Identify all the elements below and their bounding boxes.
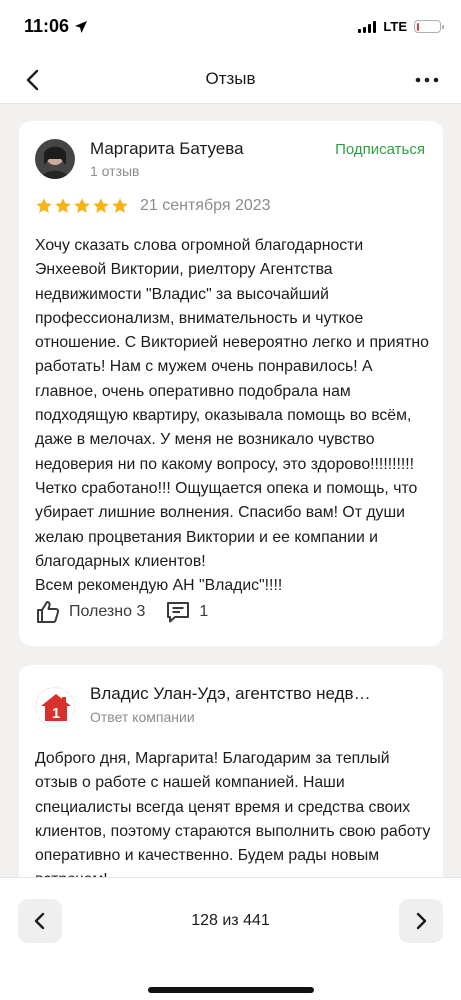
author-review-count: 1 отзыв bbox=[90, 163, 140, 179]
avatar[interactable] bbox=[35, 139, 75, 179]
more-button[interactable] bbox=[413, 66, 441, 94]
star-icon bbox=[74, 198, 90, 213]
chevron-right-icon bbox=[416, 912, 427, 930]
subscribe-button[interactable]: Подписаться bbox=[335, 141, 425, 158]
comments-count: 1 bbox=[199, 603, 209, 620]
more-horizontal-icon bbox=[415, 77, 439, 83]
review-actions: Полезно 3 1 bbox=[35, 599, 208, 625]
user-photo bbox=[35, 139, 75, 179]
reply-text: Доброго дня, Маргарита! Благодарим за те… bbox=[35, 750, 431, 877]
review-card: Маргарита Батуева 1 отзыв Подписаться 21… bbox=[19, 121, 443, 646]
nav-bar: Отзыв bbox=[0, 56, 461, 104]
comment-icon bbox=[167, 602, 190, 623]
status-bar: 11:06 LTE bbox=[0, 0, 461, 56]
star-icon bbox=[36, 198, 52, 213]
helpful-label: Полезно 3 bbox=[69, 603, 146, 620]
pager-counter: 128 из 441 bbox=[191, 912, 270, 929]
logo-text: 1 bbox=[52, 705, 60, 722]
content-area[interactable]: Маргарита Батуева 1 отзыв Подписаться 21… bbox=[0, 105, 461, 877]
pager-bar: 128 из 441 bbox=[0, 877, 461, 1000]
comments-button[interactable]: 1 bbox=[165, 599, 208, 625]
thumbs-up-icon bbox=[37, 601, 60, 623]
company-logo[interactable]: 1 bbox=[35, 687, 75, 727]
rating-row: 21 сентября 2023 bbox=[35, 197, 271, 215]
next-review-button[interactable] bbox=[399, 899, 443, 943]
status-indicators: LTE bbox=[358, 19, 444, 34]
house-logo-icon: 1 bbox=[41, 694, 71, 722]
clock-text: 11:06 bbox=[24, 16, 70, 36]
helpful-button[interactable]: Полезно 3 bbox=[35, 599, 145, 625]
location-arrow-icon bbox=[75, 20, 88, 33]
signal-icon bbox=[358, 20, 377, 33]
star-icon bbox=[55, 198, 71, 213]
company-reply-card: 1 Владис Улан-Удэ, агентство недв… Ответ… bbox=[19, 665, 443, 877]
network-label: LTE bbox=[383, 19, 407, 34]
company-name[interactable]: Владис Улан-Удэ, агентство недв… bbox=[90, 684, 420, 704]
review-text: Хочу сказать слова огромной благодарност… bbox=[35, 237, 429, 595]
battery-icon bbox=[414, 20, 444, 33]
reply-subtitle: Ответ компании bbox=[90, 709, 195, 725]
review-date: 21 сентября 2023 bbox=[140, 197, 271, 214]
battery-level bbox=[416, 22, 419, 31]
page-title: Отзыв bbox=[205, 69, 256, 88]
status-time: 11:06 bbox=[24, 16, 88, 37]
author-name[interactable]: Маргарита Батуева bbox=[90, 139, 244, 159]
home-indicator[interactable] bbox=[148, 987, 314, 993]
star-icon bbox=[112, 198, 128, 213]
star-icon bbox=[93, 198, 109, 213]
